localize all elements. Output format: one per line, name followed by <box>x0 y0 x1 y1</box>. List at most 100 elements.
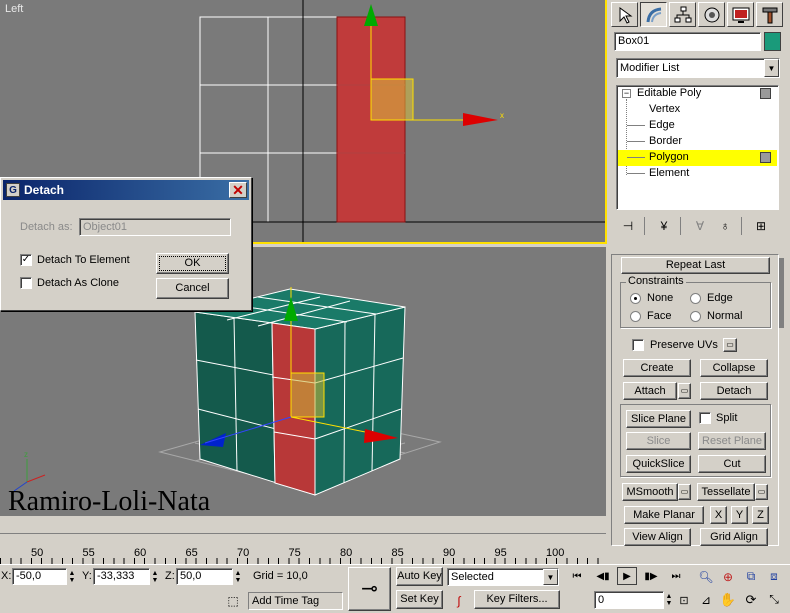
selection-dropdown-chevron-icon[interactable]: ▼ <box>543 569 558 585</box>
detach-button[interactable]: Detach <box>700 382 768 400</box>
y-spinner-icon[interactable]: ▲ ▼ <box>150 568 160 585</box>
utilities-tab-icon[interactable] <box>756 2 783 27</box>
remove-modifier-icon[interactable]: ♁ <box>715 216 735 236</box>
repeat-last-button[interactable]: Repeat Last <box>621 257 770 274</box>
zoom-all-icon[interactable]: ⊕ <box>718 567 738 586</box>
attach-settings-button[interactable]: ▭ <box>678 383 691 399</box>
auto-key-button[interactable]: Auto Key <box>396 567 443 586</box>
create-tab-icon[interactable] <box>611 2 638 27</box>
next-frame-icon[interactable]: ▮▶ <box>640 568 662 585</box>
zoom-extents-icon[interactable]: ⧉ <box>741 567 761 586</box>
split-checkbox[interactable] <box>699 412 711 424</box>
zoom-extents-all-icon[interactable]: ⧈ <box>764 567 784 586</box>
constraint-face-radio[interactable] <box>630 311 641 322</box>
detach-as-clone-checkbox[interactable] <box>20 277 32 289</box>
cancel-button[interactable]: Cancel <box>156 278 229 299</box>
z-spinner-icon[interactable]: ▲ ▼ <box>233 568 243 585</box>
close-icon[interactable]: ✕ <box>229 182 247 198</box>
constraint-normal-label: Normal <box>707 310 743 322</box>
view-align-button[interactable]: View Align <box>624 528 691 546</box>
timeline-tick-label: 50 <box>31 547 44 559</box>
stack-item-element[interactable]: Element <box>649 167 689 179</box>
quickslice-button[interactable]: QuickSlice <box>626 455 691 473</box>
go-to-end-icon[interactable]: ⏭ <box>665 568 687 585</box>
frame-spinner-icon[interactable]: ▲ ▼ <box>664 591 674 609</box>
collapse-minus-icon[interactable]: − <box>622 89 631 98</box>
grid-size-label: Grid = 10,0 <box>253 570 308 582</box>
attach-button[interactable]: Attach <box>623 382 677 400</box>
modifier-list-dropdown[interactable]: Modifier List <box>616 58 780 78</box>
modify-tab-icon[interactable] <box>640 2 667 27</box>
chevron-down-icon[interactable]: ▼ <box>764 59 779 77</box>
toolbar-separator <box>644 217 645 235</box>
constraint-normal-radio[interactable] <box>690 311 701 322</box>
grid-align-button[interactable]: Grid Align <box>700 528 768 546</box>
stack-item-polygon[interactable]: Polygon <box>649 151 689 163</box>
z-coord-input[interactable]: 50,0 <box>176 568 233 585</box>
stack-root-label[interactable]: Editable Poly <box>637 87 701 99</box>
arc-rotate-icon[interactable]: ⟳ <box>741 590 761 609</box>
pin-stack-icon[interactable]: ⊣ <box>618 216 638 236</box>
msmooth-button[interactable]: MSmooth <box>622 483 678 501</box>
z-coord-label: Z: <box>165 570 175 582</box>
key-tangent-icon[interactable]: ∫ <box>448 591 470 610</box>
slice-button[interactable]: Slice <box>626 432 691 450</box>
x-spinner-icon[interactable]: ▲ ▼ <box>67 568 77 585</box>
stack-item-edge[interactable]: Edge <box>649 119 675 131</box>
svg-text:z: z <box>24 450 28 459</box>
hierarchy-tab-icon[interactable] <box>669 2 696 27</box>
tessellate-settings-button[interactable]: ▭ <box>755 484 768 500</box>
planar-y-button[interactable]: Y <box>731 506 748 524</box>
preserve-uvs-settings-button[interactable]: ▭ <box>723 338 737 352</box>
set-key-mode-button[interactable]: ⊸ <box>348 567 391 611</box>
object-name-input[interactable]: Box01 <box>614 32 761 51</box>
msmooth-settings-button[interactable]: ▭ <box>678 484 691 500</box>
constraint-none-radio[interactable] <box>630 293 641 304</box>
y-coord-label: Y: <box>82 570 92 582</box>
display-tab-icon[interactable] <box>727 2 754 27</box>
constraint-edge-label: Edge <box>707 292 733 304</box>
time-configuration-icon[interactable]: ⊡ <box>675 591 693 609</box>
reset-plane-button[interactable]: Reset Plane <box>698 432 766 450</box>
time-tag-icon[interactable]: ⬚ <box>224 592 242 609</box>
preserve-uvs-checkbox[interactable] <box>632 339 644 351</box>
x-coord-input[interactable]: -50,0 <box>12 568 67 585</box>
create-button[interactable]: Create <box>623 359 691 377</box>
cut-button[interactable]: Cut <box>698 455 766 473</box>
stack-item-vertex[interactable]: Vertex <box>649 103 680 115</box>
y-coord-input[interactable]: -33,333 <box>93 568 150 585</box>
preserve-uvs-label: Preserve UVs <box>650 339 718 351</box>
detach-as-input[interactable]: Object01 <box>79 218 231 236</box>
set-key-button[interactable]: Set Key <box>396 590 443 609</box>
make-unique-icon[interactable]: ∀ <box>690 216 710 236</box>
zoom-icon[interactable]: 🔍︎ <box>696 567 716 586</box>
show-end-result-icon[interactable]: ¥ <box>654 216 674 236</box>
previous-frame-icon[interactable]: ◀▮ <box>592 568 614 585</box>
add-time-tag-field[interactable]: Add Time Tag <box>248 592 343 610</box>
make-planar-button[interactable]: Make Planar <box>624 506 704 524</box>
stack-item-border[interactable]: Border <box>649 135 682 147</box>
maximize-viewport-icon[interactable]: ⤡ <box>764 590 784 609</box>
field-of-view-icon[interactable]: ⊿ <box>696 590 716 609</box>
planar-x-button[interactable]: X <box>710 506 727 524</box>
collapse-button[interactable]: Collapse <box>700 359 768 377</box>
pan-icon[interactable]: ✋ <box>718 590 738 609</box>
tessellate-button[interactable]: Tessellate <box>697 483 755 501</box>
configure-modifier-sets-icon[interactable]: ⊞ <box>751 216 771 236</box>
play-icon[interactable]: ▶ <box>617 567 637 585</box>
constraint-edge-radio[interactable] <box>690 293 701 304</box>
stack-item-toggle-icon[interactable] <box>760 152 771 163</box>
key-filters-button[interactable]: Key Filters... <box>474 590 560 609</box>
slice-plane-button[interactable]: Slice Plane <box>626 410 691 428</box>
motion-tab-icon[interactable] <box>698 2 725 27</box>
stack-root-toggle-icon[interactable] <box>760 88 771 99</box>
x-coord-label: X: <box>1 570 12 582</box>
object-color-swatch[interactable] <box>764 32 781 51</box>
rollout-scrollbar[interactable] <box>779 258 784 328</box>
current-frame-input[interactable]: 0 <box>594 591 664 609</box>
ok-button[interactable]: OK <box>156 253 229 274</box>
detach-to-element-checkbox[interactable]: ✓ <box>20 254 32 266</box>
timeline-tick-label: 85 <box>391 547 404 559</box>
go-to-start-icon[interactable]: ⏮ <box>566 568 588 585</box>
planar-z-button[interactable]: Z <box>752 506 769 524</box>
